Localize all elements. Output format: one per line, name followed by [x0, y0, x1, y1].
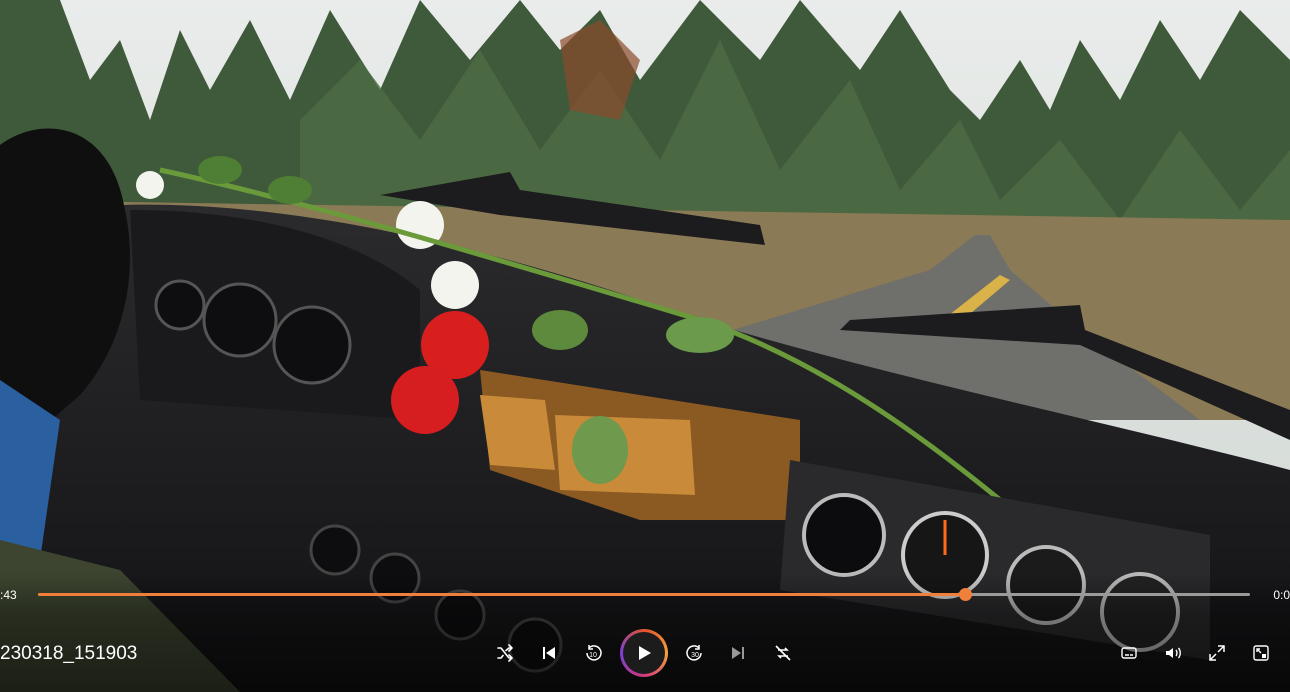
repeat-off-icon — [775, 645, 791, 661]
elapsed-time: :43 — [0, 588, 17, 602]
video-player[interactable]: :43 0:0 230318_151903 10 30 — [0, 0, 1290, 692]
file-name: 230318_151903 — [0, 643, 138, 664]
play-button[interactable] — [620, 629, 668, 677]
play-button-inner — [623, 632, 665, 674]
subtitles-button[interactable] — [1115, 639, 1143, 667]
seek-bar-progress — [38, 593, 966, 596]
rewind-button[interactable]: 10 — [579, 639, 607, 667]
mini-player-icon — [1253, 645, 1269, 661]
fullscreen-button[interactable] — [1203, 639, 1231, 667]
forward-30-icon: 30 — [686, 645, 702, 661]
play-icon — [639, 646, 651, 660]
previous-button[interactable] — [535, 639, 563, 667]
skip-next-icon — [732, 647, 744, 659]
shuffle-button[interactable] — [491, 639, 519, 667]
remaining-time: 0:0 — [1273, 588, 1290, 602]
repeat-button[interactable] — [769, 639, 797, 667]
subtitles-icon — [1121, 647, 1137, 659]
shuffle-icon — [497, 644, 513, 662]
skip-previous-icon — [543, 647, 555, 659]
mini-player-button[interactable] — [1247, 639, 1275, 667]
rewind-label: 10 — [589, 652, 597, 659]
forward-label: 30 — [691, 652, 699, 659]
fullscreen-icon — [1209, 645, 1225, 661]
seek-bar[interactable] — [38, 588, 1250, 601]
rewind-10-icon: 10 — [586, 645, 602, 661]
forward-button[interactable]: 30 — [681, 639, 709, 667]
volume-button[interactable] — [1159, 639, 1187, 667]
volume-icon — [1166, 647, 1181, 659]
next-button[interactable] — [724, 639, 752, 667]
